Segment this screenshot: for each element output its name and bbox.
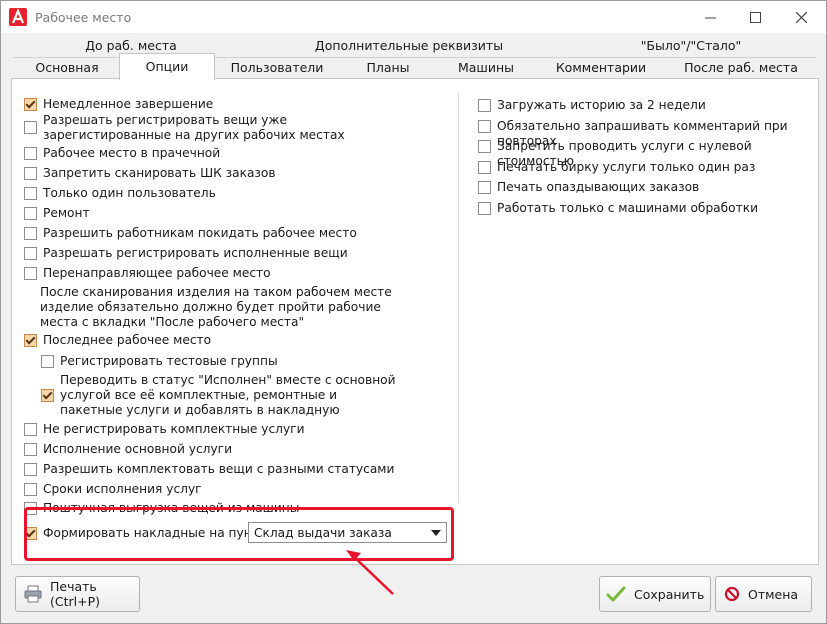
tab-after-workplace[interactable]: После раб. места [666,57,816,78]
maximize-button[interactable] [732,1,778,33]
tab-users[interactable]: Пользователи [214,57,340,78]
checkbox[interactable] [24,98,37,111]
option-immediate-completion[interactable]: Немедленное завершение [24,97,213,112]
printer-icon [24,585,42,603]
checkbox[interactable] [24,423,37,436]
option-print-late-orders[interactable]: Печать опаздывающих заказов [478,180,699,195]
tab-comments[interactable]: Комментарии [536,57,666,78]
option-label: Печать опаздывающих заказов [497,180,700,194]
tab-was-became[interactable]: "Было"/"Стало" [631,37,751,55]
option-forbid-scan-order-barcodes[interactable]: Запретить сканировать ШК заказов [24,166,276,181]
option-allow-registered-elsewhere[interactable]: Разрешать регистрировать вещи уже зареги… [24,113,404,143]
option-last-workplace[interactable]: Последнее рабочее место [24,333,211,348]
checkbox[interactable] [478,120,491,133]
option-label: Запретить сканировать ШК заказов [43,166,276,180]
checkbox[interactable] [478,202,491,215]
checkbox[interactable] [24,187,37,200]
checkbox[interactable] [24,267,37,280]
option-label: Перенаправляющее рабочее место [43,266,271,280]
tab-additional-requisites[interactable]: Дополнительные реквизиты [309,37,509,55]
option-label: Разрешить работникам покидать рабочее ме… [43,226,357,240]
checkbox[interactable] [41,389,54,402]
option-label: Ремонт [43,206,90,220]
minimize-icon [704,17,716,18]
option-label: Рабочее место в прачечной [43,146,221,160]
checkbox[interactable] [24,443,37,456]
print-button-label: Печать (Ctrl+P) [50,579,101,609]
option-laundry-workplace[interactable]: Рабочее место в прачечной [24,146,220,161]
minimize-button[interactable] [687,1,733,33]
checkmark-icon [606,585,626,603]
option-only-processing-machines[interactable]: Работать только с машинами обработки [478,201,758,216]
option-label: Только один пользователь [43,186,216,200]
checkbox[interactable] [24,227,37,240]
tab-strip: До раб. места Дополнительные реквизиты "… [1,33,826,80]
option-label: Переводить в статус "Исполнен" вместе с … [60,373,396,417]
checkbox[interactable] [41,355,54,368]
option-label: Немедленное завершение [43,97,214,111]
option-label: Разрешить комплектовать вещи с разными с… [43,462,395,476]
checkbox[interactable] [24,483,37,496]
checkbox[interactable] [24,167,37,180]
checkbox[interactable] [478,99,491,112]
checkbox[interactable] [478,140,491,153]
option-repair[interactable]: Ремонт [24,206,90,221]
option-print-tag-once[interactable]: Печатать бирку услуги только один раз [478,160,755,175]
column-divider [458,93,459,503]
option-label: Последнее рабочее место [43,333,212,347]
option-allow-kit-mixed-statuses[interactable]: Разрешить комплектовать вещи с разными с… [24,462,394,477]
tab-plans[interactable]: Планы [340,57,436,78]
window-title: Рабочее место [35,10,132,25]
tab-options[interactable]: Опции [119,53,215,80]
checkbox[interactable] [24,121,37,134]
save-button-label: Сохранить [634,586,705,602]
option-move-to-completed-status[interactable]: Переводить в статус "Исполнен" вместе с … [41,373,401,418]
checkbox[interactable] [24,207,37,220]
option-register-test-groups[interactable]: Регистрировать тестовые группы [41,354,278,369]
option-label: Печатать бирку услуги только один раз [497,160,756,174]
option-service-deadlines[interactable]: Сроки исполнения услуг [24,482,202,497]
option-no-register-kit-services[interactable]: Не регистрировать комплектные услуги [24,422,304,437]
checkbox[interactable] [24,463,37,476]
print-button[interactable]: Печать (Ctrl+P) [15,576,140,612]
window: Рабочее место До раб. места Дополнительн… [0,0,827,624]
option-label: Исполнение основной услуги [43,442,232,456]
option-main-service-execution[interactable]: Исполнение основной услуги [24,442,232,457]
tab-machines[interactable]: Машины [436,57,536,78]
checkbox[interactable] [24,147,37,160]
option-allow-workers-leave[interactable]: Разрешить работникам покидать рабочее ме… [24,226,357,241]
option-label: Регистрировать тестовые группы [60,354,278,368]
option-label: Работать только с машинами обработки [497,201,759,215]
annotation-arrow [346,550,394,595]
option-load-history-2-weeks[interactable]: Загружать историю за 2 недели [478,98,706,113]
tab-main[interactable]: Основная [13,57,121,78]
checkbox[interactable] [24,247,37,260]
option-single-user[interactable]: Только один пользователь [24,186,216,201]
checkbox[interactable] [24,334,37,347]
cancel-button-label: Отмена [748,586,799,602]
option-label: Разрешать регистрировать исполненные вещ… [43,246,348,260]
cancel-button[interactable]: Отмена [715,576,812,612]
option-allow-register-completed[interactable]: Разрешать регистрировать исполненные вещ… [24,246,348,261]
redirect-note: После сканирования изделия на таком рабо… [40,285,392,329]
option-label: Разрешать регистрировать вещи уже зареги… [43,113,345,142]
close-icon [795,11,807,23]
option-redirecting-workplace[interactable]: Перенаправляющее рабочее место [24,266,271,281]
option-label: Не регистрировать комплектные услуги [43,422,305,436]
save-button[interactable]: Сохранить [599,576,711,612]
app-logo-icon [9,8,27,26]
checkbox[interactable] [478,161,491,174]
options-panel: Немедленное завершение Разрешать регистр… [11,78,819,565]
option-label: Сроки исполнения услуг [43,482,202,496]
title-bar: Рабочее место [1,1,826,33]
maximize-icon [749,11,761,23]
cancel-icon [724,586,740,602]
close-window-button[interactable] [778,1,824,33]
checkbox[interactable] [478,181,491,194]
option-label: Загружать историю за 2 недели [497,98,706,112]
